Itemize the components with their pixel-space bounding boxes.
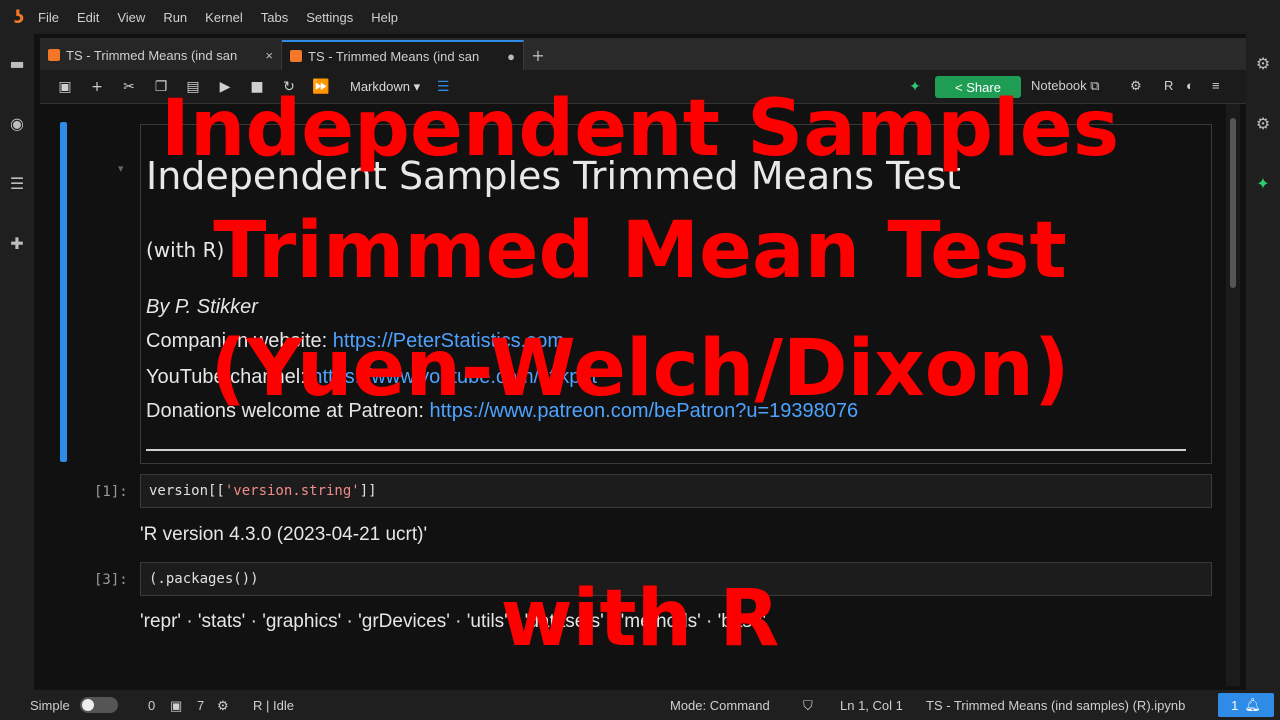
simple-mode-label: Simple	[30, 698, 70, 713]
terminal-icon: ▣	[170, 698, 183, 713]
kernel-count[interactable]: 7	[197, 698, 204, 713]
horizontal-rule	[146, 449, 1186, 451]
code-cell[interactable]: version[['version.string']]	[140, 474, 1212, 508]
ai-sparkle-icon[interactable]: ✦	[1252, 172, 1274, 194]
menu-bar: ʖ File Edit View Run Kernel Tabs Setting…	[0, 0, 1280, 34]
tab-label: TS - Trimmed Means (ind san	[66, 47, 238, 63]
kernel-icon: ⚙	[217, 698, 229, 713]
tab-bar: TS - Trimmed Means (ind san × TS - Trimm…	[40, 38, 1246, 70]
unsaved-dot-icon[interactable]: ●	[507, 49, 515, 64]
tab-label: TS - Trimmed Means (ind san	[308, 48, 480, 64]
overlay-title-line-4: with R	[500, 574, 780, 664]
code-text: ]]	[359, 483, 377, 499]
cell-output: 'R version 4.3.0 (2023-04-21 ucrt)'	[140, 524, 428, 545]
add-tab-button[interactable]: +	[524, 40, 552, 70]
kernel-status[interactable]: R | Idle	[253, 698, 294, 713]
code-string: 'version.string'	[224, 483, 360, 499]
notifications-button[interactable]: 1 🔔︎	[1218, 693, 1274, 717]
status-bar: Simple 0 ▣ 7 ⚙ R | Idle Mode: Command ⛉ …	[0, 690, 1280, 720]
menu-help[interactable]: Help	[371, 10, 398, 25]
file-name: TS - Trimmed Means (ind samples) (R).ipy…	[926, 698, 1186, 713]
jupyter-logo-icon: ʖ	[13, 6, 25, 28]
cell-prompt: [1]:	[94, 484, 128, 500]
tab-notebook-1[interactable]: TS - Trimmed Means (ind san ×	[40, 40, 282, 70]
code-text: version[[	[149, 483, 225, 499]
terminal-count[interactable]: 0	[148, 698, 155, 713]
overlay-title-line-2: Trimmed Mean Test	[213, 206, 1067, 296]
menu-edit[interactable]: Edit	[77, 10, 99, 25]
menu-tabs[interactable]: Tabs	[261, 10, 288, 25]
shield-icon: ⛉	[803, 698, 813, 713]
active-cell-indicator[interactable]	[60, 122, 67, 462]
menu-run[interactable]: Run	[163, 10, 187, 25]
overlay-title-line-3: (Yuen-Welch/Dixon)	[210, 324, 1070, 414]
close-icon[interactable]: ×	[265, 48, 273, 63]
mode-indicator: Mode: Command	[670, 698, 770, 713]
tab-notebook-2[interactable]: TS - Trimmed Means (ind san ●	[282, 40, 524, 70]
menu-file[interactable]: File	[38, 10, 59, 25]
cursor-position[interactable]: Ln 1, Col 1	[840, 698, 903, 713]
toggle-knob	[82, 699, 94, 711]
author-line: By P. Stikker	[146, 296, 258, 318]
toc-icon[interactable]: ☰	[6, 172, 28, 194]
menu-view[interactable]: View	[117, 10, 145, 25]
simple-mode-toggle[interactable]	[80, 697, 118, 713]
property-inspector-icon[interactable]: ⚙	[1252, 52, 1274, 74]
menu-settings[interactable]: Settings	[306, 10, 353, 25]
bell-icon: 🔔︎	[1244, 697, 1261, 712]
notebook-icon	[48, 49, 60, 61]
folder-icon[interactable]: ▬	[6, 52, 28, 74]
overlay-title-line-1: Independent Samples	[160, 84, 1120, 174]
menu-kernel[interactable]: Kernel	[205, 10, 243, 25]
notebook-icon	[290, 50, 302, 62]
